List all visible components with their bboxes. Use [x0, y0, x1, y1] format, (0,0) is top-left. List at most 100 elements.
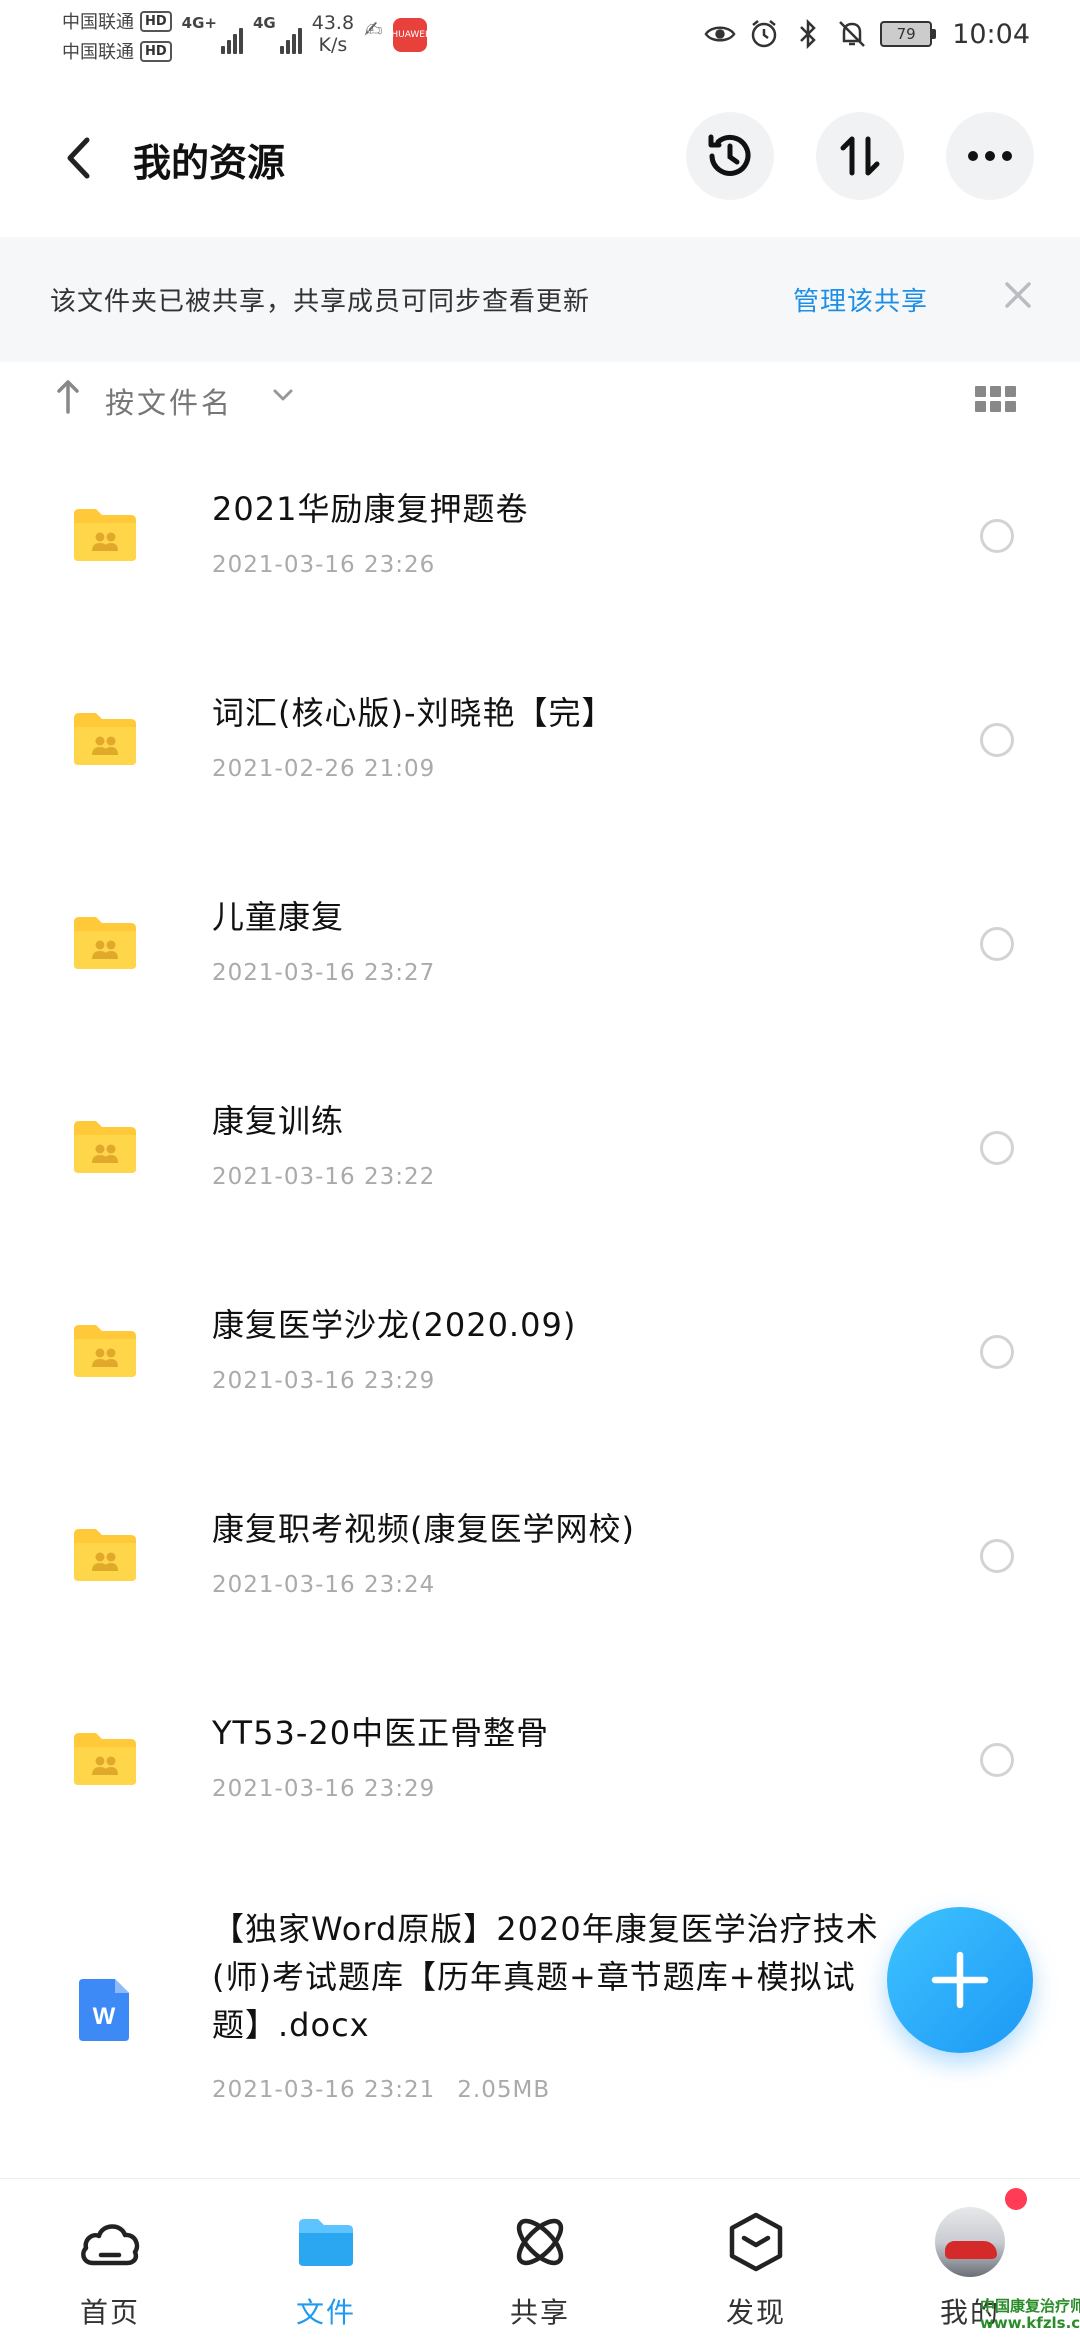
file-name: 2021华励康复押题卷 [212, 490, 529, 528]
network-speed: 43.8 K/s [312, 12, 354, 56]
carrier-name: 中国联通 [62, 42, 134, 63]
watermark-line: www.kfzls.com [980, 2314, 1080, 2332]
sort-bar: 按文件名 [0, 362, 1080, 437]
select-checkbox[interactable] [980, 927, 1014, 961]
nav-home[interactable]: 首页 [40, 2207, 180, 2337]
shared-folder-icon [74, 1325, 136, 1377]
select-checkbox[interactable] [980, 1131, 1014, 1165]
more-button[interactable] [946, 112, 1034, 200]
shared-folder-icon [74, 509, 136, 561]
notification-dot [1005, 2188, 1027, 2210]
file-meta: 2021-02-26 21:09 [212, 756, 435, 782]
file-meta: 2021-03-16 23:24 [212, 1572, 435, 1598]
select-checkbox[interactable] [980, 1743, 1014, 1777]
speed-value: 43.8 [311, 12, 355, 34]
file-list: 2021华励康复押题卷 2021-03-16 23:26 词汇(核心版)-刘晓艳【完… [0, 437, 1080, 2135]
nav-label: 文件 [295, 2296, 356, 2329]
file-name: 康复训练 [212, 1102, 345, 1140]
status-time: 10:04 [952, 18, 1030, 50]
handwriting-icon: ✍ [364, 18, 383, 43]
folder-row[interactable]: 2021华励康复押题卷 2021-03-16 23:26 [0, 437, 1080, 641]
share-banner-text: 该文件夹已被共享，共享成员可同步查看更新 [50, 287, 591, 317]
sort-by-name[interactable]: 按文件名 [105, 380, 233, 422]
share-banner: 该文件夹已被共享，共享成员可同步查看更新 管理该共享 [0, 237, 1080, 362]
nav-share[interactable]: 共享 [470, 2207, 610, 2337]
folder-row[interactable]: 康复职考视频(康复医学网校) 2021-03-16 23:24 [0, 1457, 1080, 1661]
folder-row[interactable]: 康复医学沙龙(2020.09) 2021-03-16 23:29 [0, 1253, 1080, 1457]
file-date: 2021-03-16 23:22 [212, 1164, 436, 1190]
svg-text:W: W [93, 2003, 116, 2030]
status-left: 中国联通 HD 中国联通 HD 4G+ 4G 43.8 K/s ✍ HUAWEI [62, 8, 428, 64]
nav-files[interactable]: 文件 [256, 2207, 396, 2337]
sort-direction-icon[interactable] [56, 378, 80, 414]
file-date: 2021-02-26 21:09 [212, 756, 436, 782]
file-date: 2021-03-16 23:29 [212, 1776, 436, 1802]
battery-level: 79 [880, 21, 933, 47]
add-button[interactable] [887, 1907, 1033, 2053]
select-checkbox[interactable] [980, 1335, 1014, 1369]
app-header: 我的资源 [0, 110, 1080, 206]
watermark: 中国康复治疗师 www.kfzls.com [980, 2298, 1080, 2332]
folder-row[interactable]: 康复训练 2021-03-16 23:22 [0, 1049, 1080, 1253]
cloud-icon [81, 2224, 140, 2266]
nav-label: 首页 [79, 2296, 140, 2329]
select-checkbox[interactable] [980, 1539, 1014, 1573]
app-badge: HUAWEI [391, 18, 428, 52]
speed-unit: K/s [318, 34, 348, 56]
file-date: 2021-03-16 23:21 [212, 2077, 436, 2103]
select-checkbox[interactable] [980, 519, 1014, 553]
file-name: 词汇(核心版)-刘晓艳【完】 [212, 694, 615, 732]
close-icon [1005, 282, 1031, 308]
folder-row[interactable]: 儿童康复 2021-03-16 23:27 [0, 845, 1080, 1049]
hd-badge: HD [140, 10, 172, 32]
plus-icon [931, 1951, 989, 2009]
nav-label: 共享 [509, 2296, 570, 2329]
mute-bell-icon [836, 18, 868, 50]
history-button[interactable] [686, 112, 774, 200]
transfer-button[interactable] [816, 112, 904, 200]
carrier-info: 中国联通 HD 中国联通 HD [62, 8, 172, 64]
file-meta: 2021-03-16 23:29 [212, 1776, 435, 1802]
transfer-icon [840, 136, 880, 176]
file-name: 儿童康复 [212, 898, 345, 936]
file-meta: 2021-03-16 23:21 2.05MB [212, 2077, 550, 2103]
battery-icon: 79 [880, 21, 937, 47]
file-name: 康复职考视频(康复医学网校) [212, 1510, 635, 1548]
carrier-name: 中国联通 [62, 12, 134, 33]
select-checkbox[interactable] [980, 723, 1014, 757]
bottom-nav: 首页 文件 共享 发现 我的 [0, 2178, 1080, 2340]
back-button[interactable] [48, 128, 108, 188]
signal-icon: 4G [253, 14, 302, 54]
shared-folder-icon [74, 917, 136, 969]
file-name: 【独家Word原版】2020年康复医学治疗技术(师)考试题库【历年真题+章节题库… [212, 1910, 879, 2044]
grid-view-button[interactable] [975, 386, 1016, 412]
chevron-down-icon[interactable] [272, 388, 294, 402]
folder-icon [299, 2219, 353, 2266]
watermark-line: 中国康复治疗师 [980, 2297, 1080, 2315]
network-type: 4G+ [181, 14, 217, 32]
file-name: 康复医学沙龙(2020.09) [212, 1306, 577, 1344]
file-name: YT53-20中医正骨整骨 [212, 1714, 550, 1752]
file-date: 2021-03-16 23:24 [212, 1572, 436, 1598]
file-date: 2021-03-16 23:29 [212, 1368, 436, 1394]
file-date: 2021-03-16 23:27 [212, 960, 436, 986]
hd-badge: HD [140, 40, 172, 62]
signal-icon: 4G+ [182, 14, 243, 54]
file-meta: 2021-03-16 23:26 [212, 552, 435, 578]
status-right: 79 10:04 [704, 18, 1030, 50]
shared-folder-icon [74, 1121, 136, 1173]
nav-discover[interactable]: 发现 [686, 2207, 826, 2337]
close-banner-button[interactable] [998, 275, 1038, 315]
more-icon [968, 151, 1012, 161]
file-size: 2.05MB [457, 2077, 551, 2103]
folder-row[interactable]: 词汇(核心版)-刘晓艳【完】 2021-02-26 21:09 [0, 641, 1080, 845]
eye-icon [704, 18, 736, 50]
file-meta: 2021-03-16 23:22 [212, 1164, 435, 1190]
manage-share-link[interactable]: 管理该共享 [793, 281, 928, 318]
status-bar: 中国联通 HD 中国联通 HD 4G+ 4G 43.8 K/s ✍ HUAWEI [0, 0, 1080, 78]
word-doc-icon: W [79, 1979, 129, 2041]
page-title: 我的资源 [133, 141, 286, 185]
cube-icon [729, 2212, 783, 2272]
folder-row[interactable]: YT53-20中医正骨整骨 2021-03-16 23:29 [0, 1661, 1080, 1865]
atom-icon [516, 2218, 564, 2266]
